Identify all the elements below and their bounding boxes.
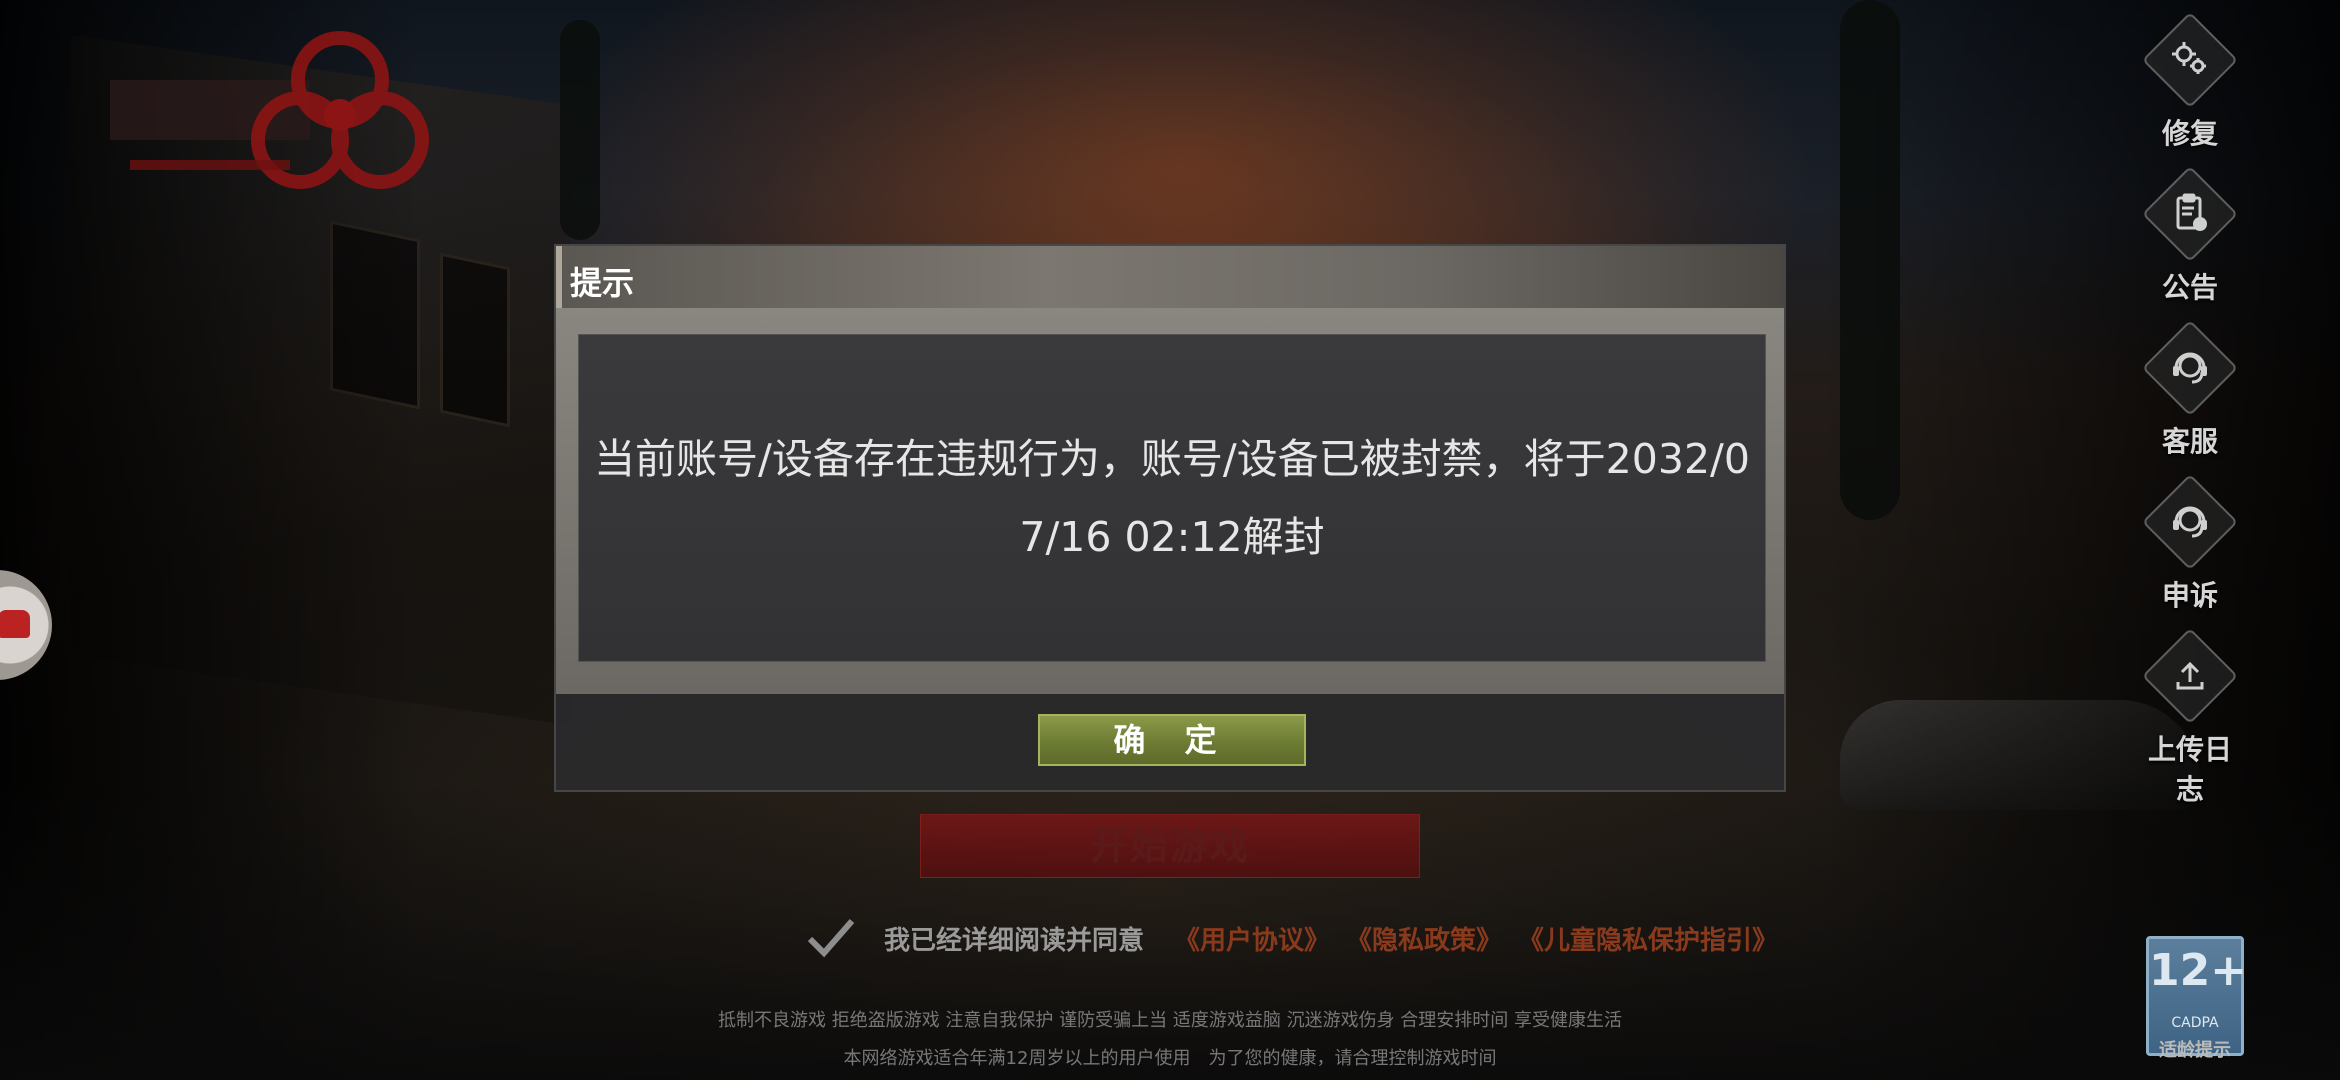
age-rating-org: CADPA bbox=[2171, 1015, 2219, 1031]
dialog-title-bar: 提示 bbox=[556, 246, 1784, 308]
headset-icon bbox=[2141, 319, 2239, 417]
agreement-text: 我已经详细阅读并同意 bbox=[884, 925, 1145, 956]
side-button-label: 上传日志 bbox=[2147, 733, 2232, 806]
dialog-message: 当前账号/设备存在违规行为，账号/设备已被封禁，将于2032/07/16 02:… bbox=[594, 435, 1750, 561]
hat-icon bbox=[0, 610, 30, 638]
side-button-upload-log[interactable]: 上传日志 bbox=[2140, 627, 2240, 808]
side-button-repair[interactable]: 修复 bbox=[2140, 11, 2240, 152]
side-button-label: 申诉 bbox=[2161, 579, 2218, 612]
dialog-message-box: 当前账号/设备存在违规行为，账号/设备已被封禁，将于2032/07/16 02:… bbox=[578, 334, 1766, 662]
tree-silhouette bbox=[560, 20, 600, 240]
bus-window bbox=[440, 252, 510, 428]
side-button-appeal[interactable]: 申诉 bbox=[2140, 473, 2240, 614]
health-notice-line2: 本网络游戏适合年满12周岁以上的用户使用 为了您的健康，请合理控制游戏时间 bbox=[843, 1048, 1497, 1069]
confirm-button[interactable]: 确 定 bbox=[1038, 714, 1306, 766]
start-game-button[interactable]: 开始游戏 bbox=[920, 814, 1420, 878]
side-button-label: 公告 bbox=[2161, 271, 2218, 304]
gears-icon bbox=[2141, 11, 2239, 109]
upload-icon bbox=[2141, 627, 2239, 725]
health-notice-line1: 抵制不良游戏 拒绝盗版游戏 注意自我保护 谨防受骗上当 适度游戏益脑 沉迷游戏伤… bbox=[717, 1010, 1623, 1031]
agree-checkmark-icon[interactable] bbox=[806, 915, 856, 961]
privacy-policy-link[interactable]: 《隐私政策》 bbox=[1346, 920, 1502, 957]
user-agreement-link[interactable]: 《用户协议》 bbox=[1174, 920, 1330, 957]
age-rating-caption: 适龄提示 bbox=[2159, 1040, 2231, 1061]
age-rating-value: 12+ bbox=[2149, 945, 2248, 996]
side-button-customer-service[interactable]: 客服 bbox=[2140, 319, 2240, 460]
game-logo bbox=[110, 31, 429, 189]
side-button-label: 客服 bbox=[2161, 425, 2218, 458]
ban-notice-dialog: 提示 当前账号/设备存在违规行为，账号/设备已被封禁，将于2032/07/16 … bbox=[554, 244, 1786, 792]
side-button-announcement[interactable]: 公告 bbox=[2140, 165, 2240, 306]
clipboard-announcement-icon bbox=[2141, 165, 2239, 263]
agreement-row: 我已经详细阅读并同意 《用户协议》 《隐私政策》 《儿童隐私保护指引》 bbox=[806, 910, 1794, 966]
side-button-label: 修复 bbox=[2161, 117, 2218, 150]
dialog-title: 提示 bbox=[570, 264, 635, 302]
headset-icon bbox=[2141, 473, 2239, 571]
child-privacy-guide-link[interactable]: 《儿童隐私保护指引》 bbox=[1518, 920, 1778, 957]
